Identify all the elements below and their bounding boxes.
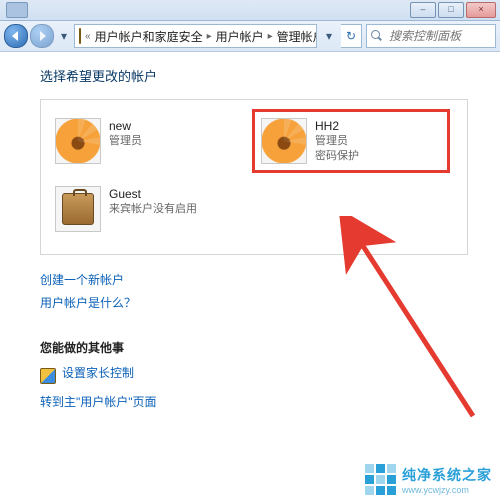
account-card-guest[interactable]: Guest 来宾帐户没有启用 (51, 182, 239, 236)
watermark-url: www.ycwjzy.com (402, 485, 492, 495)
shield-icon (40, 368, 56, 384)
window-controls: – □ × (410, 2, 496, 18)
watermark-logo (365, 464, 396, 495)
briefcase-icon (62, 193, 94, 225)
account-text: new 管理员 (109, 118, 142, 149)
content-area: 选择希望更改的帐户 new 管理员 HH2 管理员 密码保护 (0, 52, 500, 430)
breadcrumb-level3[interactable]: 管理帐户 (277, 28, 317, 45)
control-panel-icon (79, 28, 81, 44)
address-bar[interactable]: « 用户帐户和家庭安全 ▸ 用户帐户 ▸ 管理帐户 (74, 24, 317, 48)
forward-button[interactable] (30, 24, 54, 48)
account-text: Guest 来宾帐户没有启用 (109, 186, 197, 217)
account-card-new[interactable]: new 管理员 (51, 114, 239, 168)
account-avatar (261, 118, 307, 164)
system-icon (6, 2, 28, 18)
goto-main-accounts-link[interactable]: 转到主"用户帐户"页面 (40, 393, 157, 410)
search-icon (371, 30, 383, 42)
history-dropdown[interactable]: ▾ (58, 25, 70, 47)
account-role: 管理员 (315, 134, 359, 149)
accounts-row-2: Guest 来宾帐户没有启用 (51, 182, 457, 236)
nav-arrows (4, 24, 54, 48)
account-role: 管理员 (109, 134, 142, 149)
flower-icon (56, 119, 100, 163)
close-button[interactable]: × (466, 2, 496, 18)
account-avatar (55, 118, 101, 164)
parental-controls-link[interactable]: 设置家长控制 (62, 364, 134, 381)
what-is-account-link[interactable]: 用户帐户是什么？ (40, 294, 136, 311)
control-panel-window: – □ × ▾ « 用户帐户和家庭安全 ▸ 用户帐户 ▸ 管理帐户 ▾ ↻ 选择… (0, 0, 500, 501)
other-tasks-heading: 您能做的其他事 (40, 339, 492, 356)
account-name: HH2 (315, 118, 359, 134)
account-avatar (55, 186, 101, 232)
maximize-button[interactable]: □ (438, 2, 464, 18)
address-dropdown[interactable]: ▾ (321, 29, 337, 43)
refresh-button[interactable]: ↻ (341, 24, 362, 48)
account-protection: 密码保护 (315, 149, 359, 164)
breadcrumb-separator: ▸ (207, 31, 212, 42)
create-account-link[interactable]: 创建一个新帐户 (40, 271, 124, 288)
account-name: new (109, 118, 142, 134)
account-card-hh2[interactable]: HH2 管理员 密码保护 (257, 114, 445, 168)
accounts-row-1: new 管理员 HH2 管理员 密码保护 (51, 114, 457, 168)
back-button[interactable] (4, 24, 28, 48)
account-text: HH2 管理员 密码保护 (315, 118, 359, 164)
breadcrumb-separator: ▸ (268, 31, 273, 42)
other-tasks: 您能做的其他事 设置家长控制 转到主"用户帐户"页面 (40, 339, 492, 416)
search-box[interactable] (366, 24, 496, 48)
search-input[interactable] (387, 28, 483, 44)
watermark-text: 纯净系统之家 (402, 465, 492, 485)
navigation-bar: ▾ « 用户帐户和家庭安全 ▸ 用户帐户 ▸ 管理帐户 ▾ ↻ (0, 21, 500, 52)
minimize-button[interactable]: – (410, 2, 436, 18)
watermark: 纯净系统之家 www.ycwjzy.com (365, 464, 492, 495)
titlebar: – □ × (0, 0, 500, 21)
account-status: 来宾帐户没有启用 (109, 202, 197, 217)
page-heading: 选择希望更改的帐户 (40, 66, 492, 85)
breadcrumb-level2[interactable]: 用户帐户 (216, 28, 264, 45)
action-links: 创建一个新帐户 用户帐户是什么？ (40, 271, 492, 317)
flower-icon (262, 119, 306, 163)
breadcrumb-level1[interactable]: 用户帐户和家庭安全 (95, 28, 203, 45)
account-name: Guest (109, 186, 197, 202)
accounts-panel: new 管理员 HH2 管理员 密码保护 G (40, 99, 468, 255)
breadcrumb-separator: « (85, 31, 91, 42)
